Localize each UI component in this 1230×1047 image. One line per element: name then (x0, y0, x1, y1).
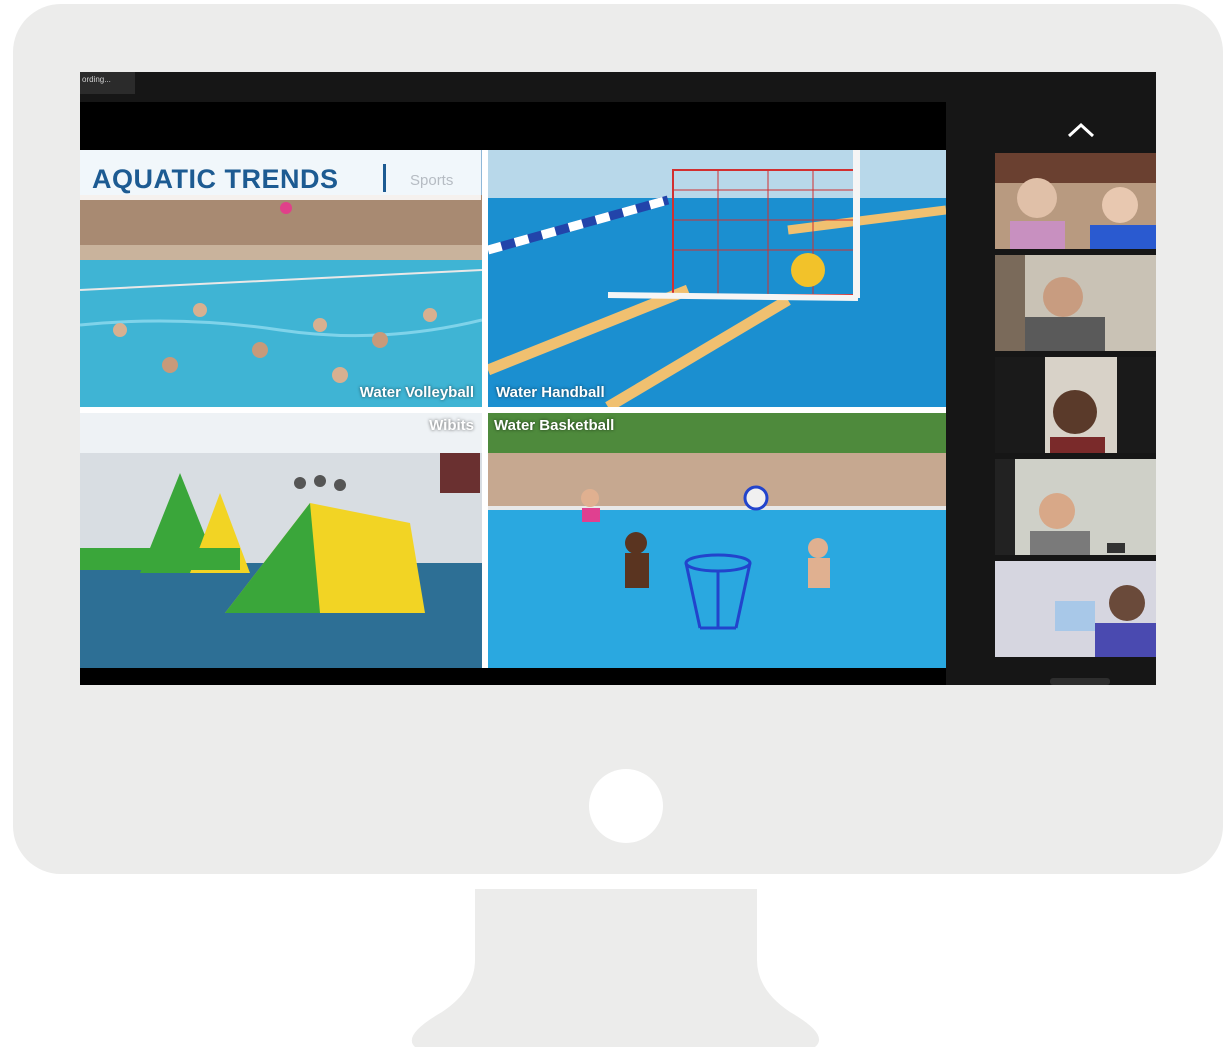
panel-water-handball: Water Handball (488, 150, 946, 407)
panel-label: Water Volleyball (359, 384, 474, 401)
chevron-up-icon[interactable] (1065, 120, 1097, 141)
participant-video (995, 459, 1156, 555)
recording-label: ording... (82, 75, 111, 84)
presentation-slide: AQUATIC TRENDS Sports Water Volleyball W… (80, 150, 946, 668)
panel-wibits: Wibits (80, 413, 482, 668)
participant-tile[interactable] (995, 153, 1156, 249)
shared-screen: AQUATIC TRENDS Sports Water Volleyball W… (80, 102, 946, 685)
participant-video (995, 255, 1156, 351)
participant-tile[interactable] (995, 561, 1156, 657)
participant-video (995, 357, 1156, 453)
power-button[interactable] (589, 769, 663, 843)
water-handball-photo (488, 150, 946, 407)
zoom-window: ording... AQUATIC TRENDS Sports Water Vo… (80, 72, 1156, 685)
slide-subtitle: Sports (410, 172, 454, 189)
panel-water-volleyball: AQUATIC TRENDS Sports Water Volleyball (80, 150, 482, 407)
participant-video (995, 561, 1156, 657)
panel-label: Wibits (429, 417, 474, 434)
participant-tile[interactable] (995, 357, 1156, 453)
participant-video (995, 153, 1156, 249)
wibits-photo (80, 413, 482, 668)
panel-label: Water Basketball (494, 417, 615, 434)
panel-label: Water Handball (496, 384, 605, 401)
panel-water-basketball: Water Basketball (488, 413, 946, 668)
title-divider (383, 164, 386, 192)
water-basketball-photo (488, 413, 946, 668)
participant-tile[interactable] (995, 459, 1156, 555)
slide-title: AQUATIC TRENDS (92, 164, 339, 194)
sidebar-scrollbar[interactable] (1050, 678, 1110, 685)
participant-tile[interactable] (995, 255, 1156, 351)
recording-indicator: ording... (80, 72, 135, 94)
